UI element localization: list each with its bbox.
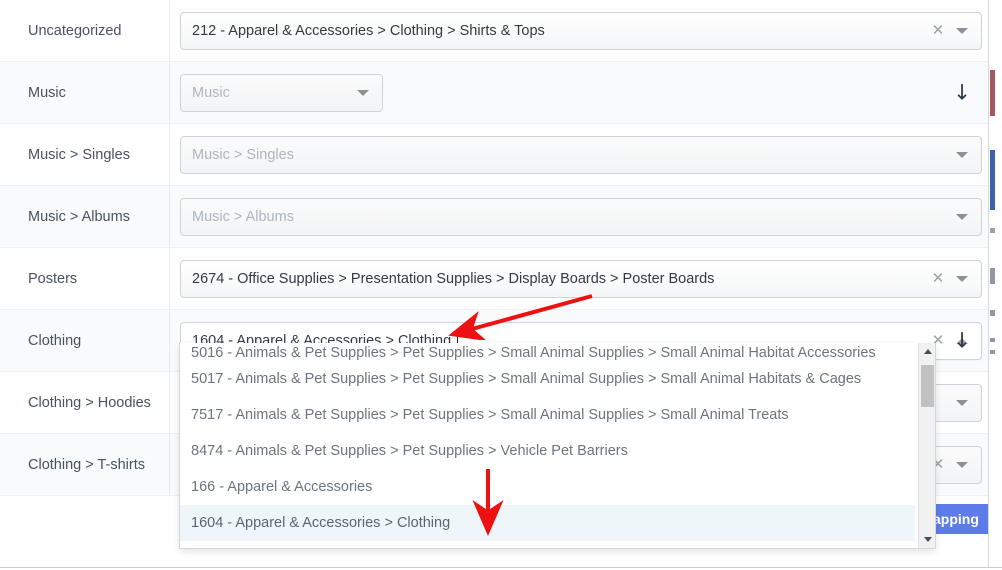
chevron-down-icon[interactable]: [951, 447, 973, 483]
select-value-text: 2674 - Office Supplies > Presentation Su…: [192, 270, 715, 287]
source-category-label: Music: [0, 62, 170, 123]
category-suggestion-item[interactable]: 166 - Apparel & Accessories: [180, 469, 915, 505]
google-category-select[interactable]: 212 - Apparel & Accessories > Clothing >…: [180, 11, 982, 50]
mapping-row: Music > Singles Music > Singles: [0, 124, 988, 186]
chevron-down-icon[interactable]: [352, 75, 374, 111]
chevron-down-icon[interactable]: [951, 13, 973, 49]
mapping-row: Music > Albums Music > Albums: [0, 186, 988, 248]
category-suggestion-item[interactable]: 7517 - Animals & Pet Supplies > Pet Supp…: [180, 397, 915, 433]
category-suggestion-item[interactable]: 8474 - Animals & Pet Supplies > Pet Supp…: [180, 433, 915, 469]
mapping-row: Uncategorized 212 - Apparel & Accessories…: [0, 0, 988, 62]
select-wrapper: Music > Singles: [180, 124, 982, 185]
category-suggestion-item[interactable]: 5017 - Animals & Pet Supplies > Pet Supp…: [180, 361, 915, 397]
chevron-down-icon[interactable]: [951, 199, 973, 235]
select-value-text: Music > Albums: [192, 208, 294, 225]
target-category-cell: 2674 - Office Supplies > Presentation Su…: [170, 248, 988, 309]
google-category-select[interactable]: Music > Albums: [180, 197, 982, 236]
select-wrapper: Music ↓: [180, 62, 982, 123]
category-suggestion-item[interactable]: 5016 - Animals & Pet Supplies > Pet Supp…: [180, 343, 915, 361]
category-suggestion-item[interactable]: 1604 - Apparel & Accessories > Clothing: [180, 505, 915, 541]
google-category-select[interactable]: Music > Singles: [180, 135, 982, 174]
category-mapping-page: Uncategorized 212 - Apparel & Accessories…: [0, 0, 1002, 570]
chevron-down-icon[interactable]: [951, 137, 973, 173]
source-category-label: Uncategorized: [0, 0, 170, 61]
google-category-select[interactable]: Music: [180, 73, 383, 112]
category-suggestions-dropdown[interactable]: 5016 - Animals & Pet Supplies > Pet Supp…: [179, 343, 936, 549]
chevron-down-icon[interactable]: [951, 385, 973, 421]
select-wrapper: 2674 - Office Supplies > Presentation Su…: [180, 248, 982, 309]
source-category-label: Clothing > T-shirts: [0, 434, 170, 495]
google-category-select[interactable]: 2674 - Office Supplies > Presentation Su…: [180, 259, 982, 298]
target-category-cell: 212 - Apparel & Accessories > Clothing >…: [170, 0, 988, 61]
select-value-text: Music: [192, 84, 230, 101]
source-category-label: Music > Albums: [0, 186, 170, 247]
apply-to-children-arrow-icon[interactable]: ↓: [952, 82, 972, 103]
chevron-down-icon[interactable]: [951, 261, 973, 297]
category-suggestion-list[interactable]: 5016 - Animals & Pet Supplies > Pet Supp…: [180, 343, 915, 548]
target-category-cell: Music ↓: [170, 62, 988, 123]
select-value-text: Music > Singles: [192, 146, 294, 163]
save-mapping-button[interactable]: apping: [931, 504, 993, 534]
source-category-label: Clothing: [0, 310, 170, 371]
source-category-label: Posters: [0, 248, 170, 309]
page-right-edge: [988, 0, 1002, 570]
select-value-text: 212 - Apparel & Accessories > Clothing >…: [192, 22, 545, 39]
scroll-up-arrow-icon[interactable]: [919, 343, 935, 360]
target-category-cell: Music > Albums: [170, 186, 988, 247]
source-category-label: Music > Singles: [0, 124, 170, 185]
scroll-down-arrow-icon[interactable]: [919, 531, 935, 548]
clear-selection-icon[interactable]: ✕: [927, 261, 949, 297]
mapping-row: Posters 2674 - Office Supplies > Presenta…: [0, 248, 988, 310]
select-wrapper: 212 - Apparel & Accessories > Clothing >…: [180, 0, 982, 61]
clear-selection-icon[interactable]: ✕: [927, 13, 949, 49]
mapping-row: Music Music ↓: [0, 62, 988, 124]
scrollbar-thumb[interactable]: [921, 365, 934, 407]
source-category-label: Clothing > Hoodies: [0, 372, 170, 433]
apply-to-children-arrow-icon[interactable]: ↓: [952, 330, 972, 351]
dropdown-scrollbar[interactable]: [918, 343, 935, 548]
target-category-cell: Music > Singles: [170, 124, 988, 185]
select-wrapper: Music > Albums: [180, 186, 982, 247]
